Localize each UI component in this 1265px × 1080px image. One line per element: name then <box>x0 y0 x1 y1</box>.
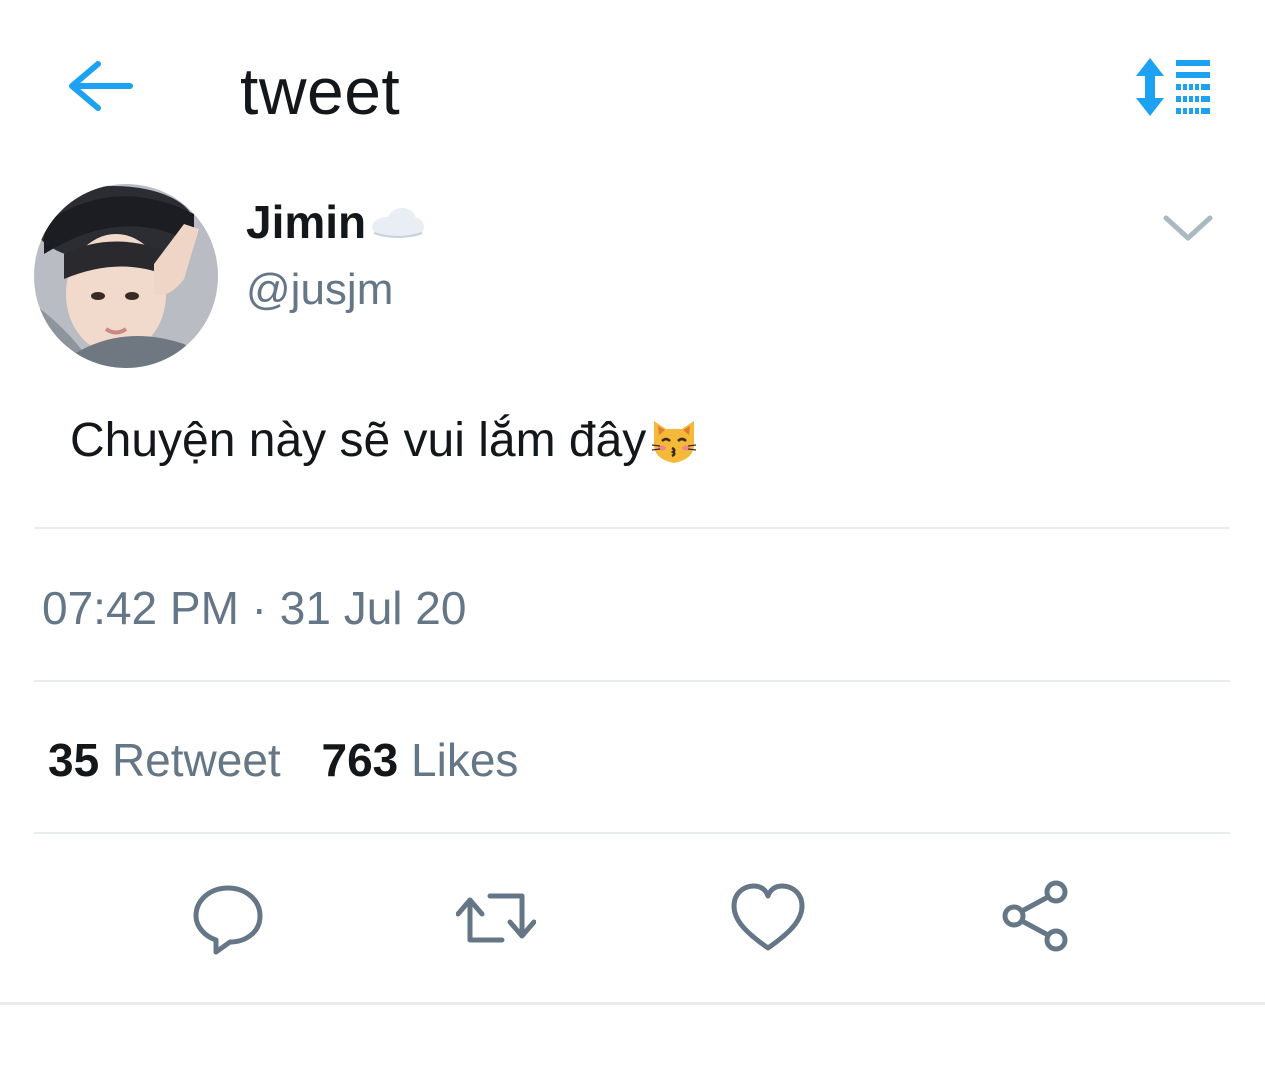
heart-icon <box>731 883 805 951</box>
author-display-name: Jimin <box>246 196 367 248</box>
divider <box>34 680 1230 682</box>
page-title: tweet <box>240 54 401 128</box>
back-button[interactable] <box>64 56 136 116</box>
author-name-row[interactable]: Jimin <box>246 192 426 252</box>
share-icon <box>1002 880 1068 952</box>
likes-label: Likes <box>411 734 519 786</box>
kissing-cat-emoji-icon <box>652 421 697 463</box>
divider <box>34 527 1230 529</box>
tweet-text: Chuyện này sẽ vui lắm đây <box>70 410 700 472</box>
share-button[interactable] <box>998 878 1078 958</box>
retweet-button[interactable] <box>455 878 537 958</box>
tweet-timestamp: 07:42 PM · 31 Jul 20 <box>42 582 467 634</box>
reply-icon <box>193 885 263 955</box>
bottom-divider <box>0 1002 1265 1005</box>
retweet-count: 35 <box>48 734 100 786</box>
sort-icon <box>1136 58 1210 116</box>
author-handle[interactable]: @jusjm <box>246 262 393 318</box>
retweet-label: Retweet <box>111 734 281 786</box>
divider <box>34 832 1230 834</box>
like-button[interactable] <box>728 878 808 958</box>
likes-stat[interactable]: 763 Likes <box>321 730 518 790</box>
sort-button[interactable] <box>1132 54 1216 120</box>
tweet-stats: 35 Retweet 763 Likes <box>48 730 546 790</box>
cloud-emoji-icon <box>372 208 425 238</box>
avatar[interactable] <box>34 184 218 368</box>
avatar-photo <box>34 184 218 368</box>
likes-count: 763 <box>321 734 399 786</box>
tweet-detail-screen: tweet Jimin @jusjm Chuyện này sẽ vui lắm… <box>0 0 1265 1080</box>
tweet-body: Chuyện này sẽ vui lắm đây <box>70 414 647 467</box>
arrow-left-icon <box>69 61 133 111</box>
retweet-stat[interactable]: 35 Retweet <box>48 730 281 790</box>
reply-button[interactable] <box>188 878 268 958</box>
chevron-down-icon <box>1163 215 1213 241</box>
more-options-button[interactable] <box>1158 206 1218 250</box>
retweet-icon <box>455 893 537 943</box>
